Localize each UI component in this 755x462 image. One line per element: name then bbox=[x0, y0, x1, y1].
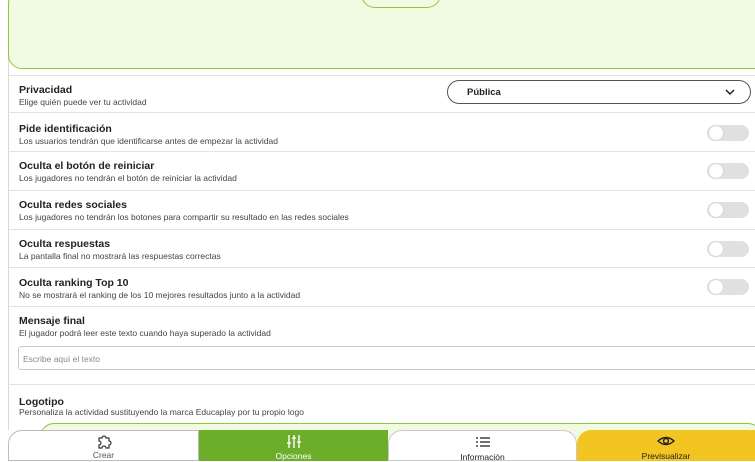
restart-button-toggle[interactable] bbox=[707, 163, 749, 179]
sliders-icon bbox=[286, 435, 301, 448]
privacy-select-value: Pública bbox=[467, 87, 501, 98]
final-message-title: Mensaje final bbox=[19, 315, 85, 327]
divider bbox=[8, 267, 755, 268]
setting-title: Oculta el botón de reiniciar bbox=[19, 160, 155, 172]
divider bbox=[8, 229, 755, 230]
tab-label: Previsualizar bbox=[641, 451, 691, 461]
privacy-select[interactable]: Pública bbox=[447, 80, 751, 104]
tab-opciones[interactable]: Opciones bbox=[199, 430, 388, 461]
tab-label: Opciones bbox=[275, 451, 312, 461]
chevron-down-icon bbox=[725, 89, 735, 96]
identification-toggle[interactable] bbox=[707, 125, 749, 141]
divider bbox=[8, 151, 755, 152]
divider bbox=[8, 190, 755, 191]
divider bbox=[8, 306, 755, 307]
social-networks-toggle[interactable] bbox=[707, 202, 749, 218]
logo-description: Personaliza la actividad sustituyendo la… bbox=[19, 407, 304, 417]
final-message-input[interactable]: Escribe aquí el texto bbox=[18, 346, 755, 370]
divider bbox=[8, 384, 755, 385]
privacy-description: Elige quién puede ver tu actividad bbox=[19, 97, 147, 107]
setting-title: Oculta redes sociales bbox=[19, 199, 127, 211]
answers-toggle[interactable] bbox=[707, 241, 749, 257]
left-border bbox=[8, 0, 9, 430]
setting-description: Los jugadores no tendrán el botón de rei… bbox=[19, 173, 237, 183]
tab-label: Crear bbox=[92, 450, 115, 460]
tab-informacion[interactable]: Información bbox=[388, 430, 577, 462]
setting-title: Pide identificación bbox=[19, 123, 112, 135]
eye-icon bbox=[657, 436, 675, 446]
tab-previsualizar[interactable]: Previsualizar bbox=[577, 430, 755, 461]
setting-title: Oculta respuestas bbox=[19, 238, 111, 250]
tab-crear[interactable]: Crear bbox=[8, 430, 199, 461]
final-message-description: El jugador podrá leer este texto cuando … bbox=[19, 328, 271, 338]
list-icon bbox=[475, 437, 490, 447]
setting-description: No se mostrará el ranking de los 10 mejo… bbox=[19, 290, 301, 300]
divider bbox=[8, 75, 755, 76]
divider bbox=[8, 112, 755, 113]
setting-description: La pantalla final no mostrará las respue… bbox=[19, 251, 221, 261]
puzzle-icon bbox=[97, 435, 112, 449]
ranking-toggle[interactable] bbox=[707, 279, 749, 295]
panel-handle[interactable] bbox=[361, 0, 441, 8]
final-message-placeholder: Escribe aquí el texto bbox=[23, 354, 101, 364]
bottom-tab-bar: Crear Opciones Información Previsualizar bbox=[0, 430, 755, 462]
preview-panel bbox=[8, 0, 755, 69]
privacy-title: Privacidad bbox=[19, 84, 73, 96]
setting-description: Los usuarios tendrán que identificarse a… bbox=[19, 136, 278, 146]
setting-description: Los jugadores no tendrán los botones par… bbox=[19, 212, 349, 222]
setting-title: Oculta ranking Top 10 bbox=[19, 277, 129, 289]
